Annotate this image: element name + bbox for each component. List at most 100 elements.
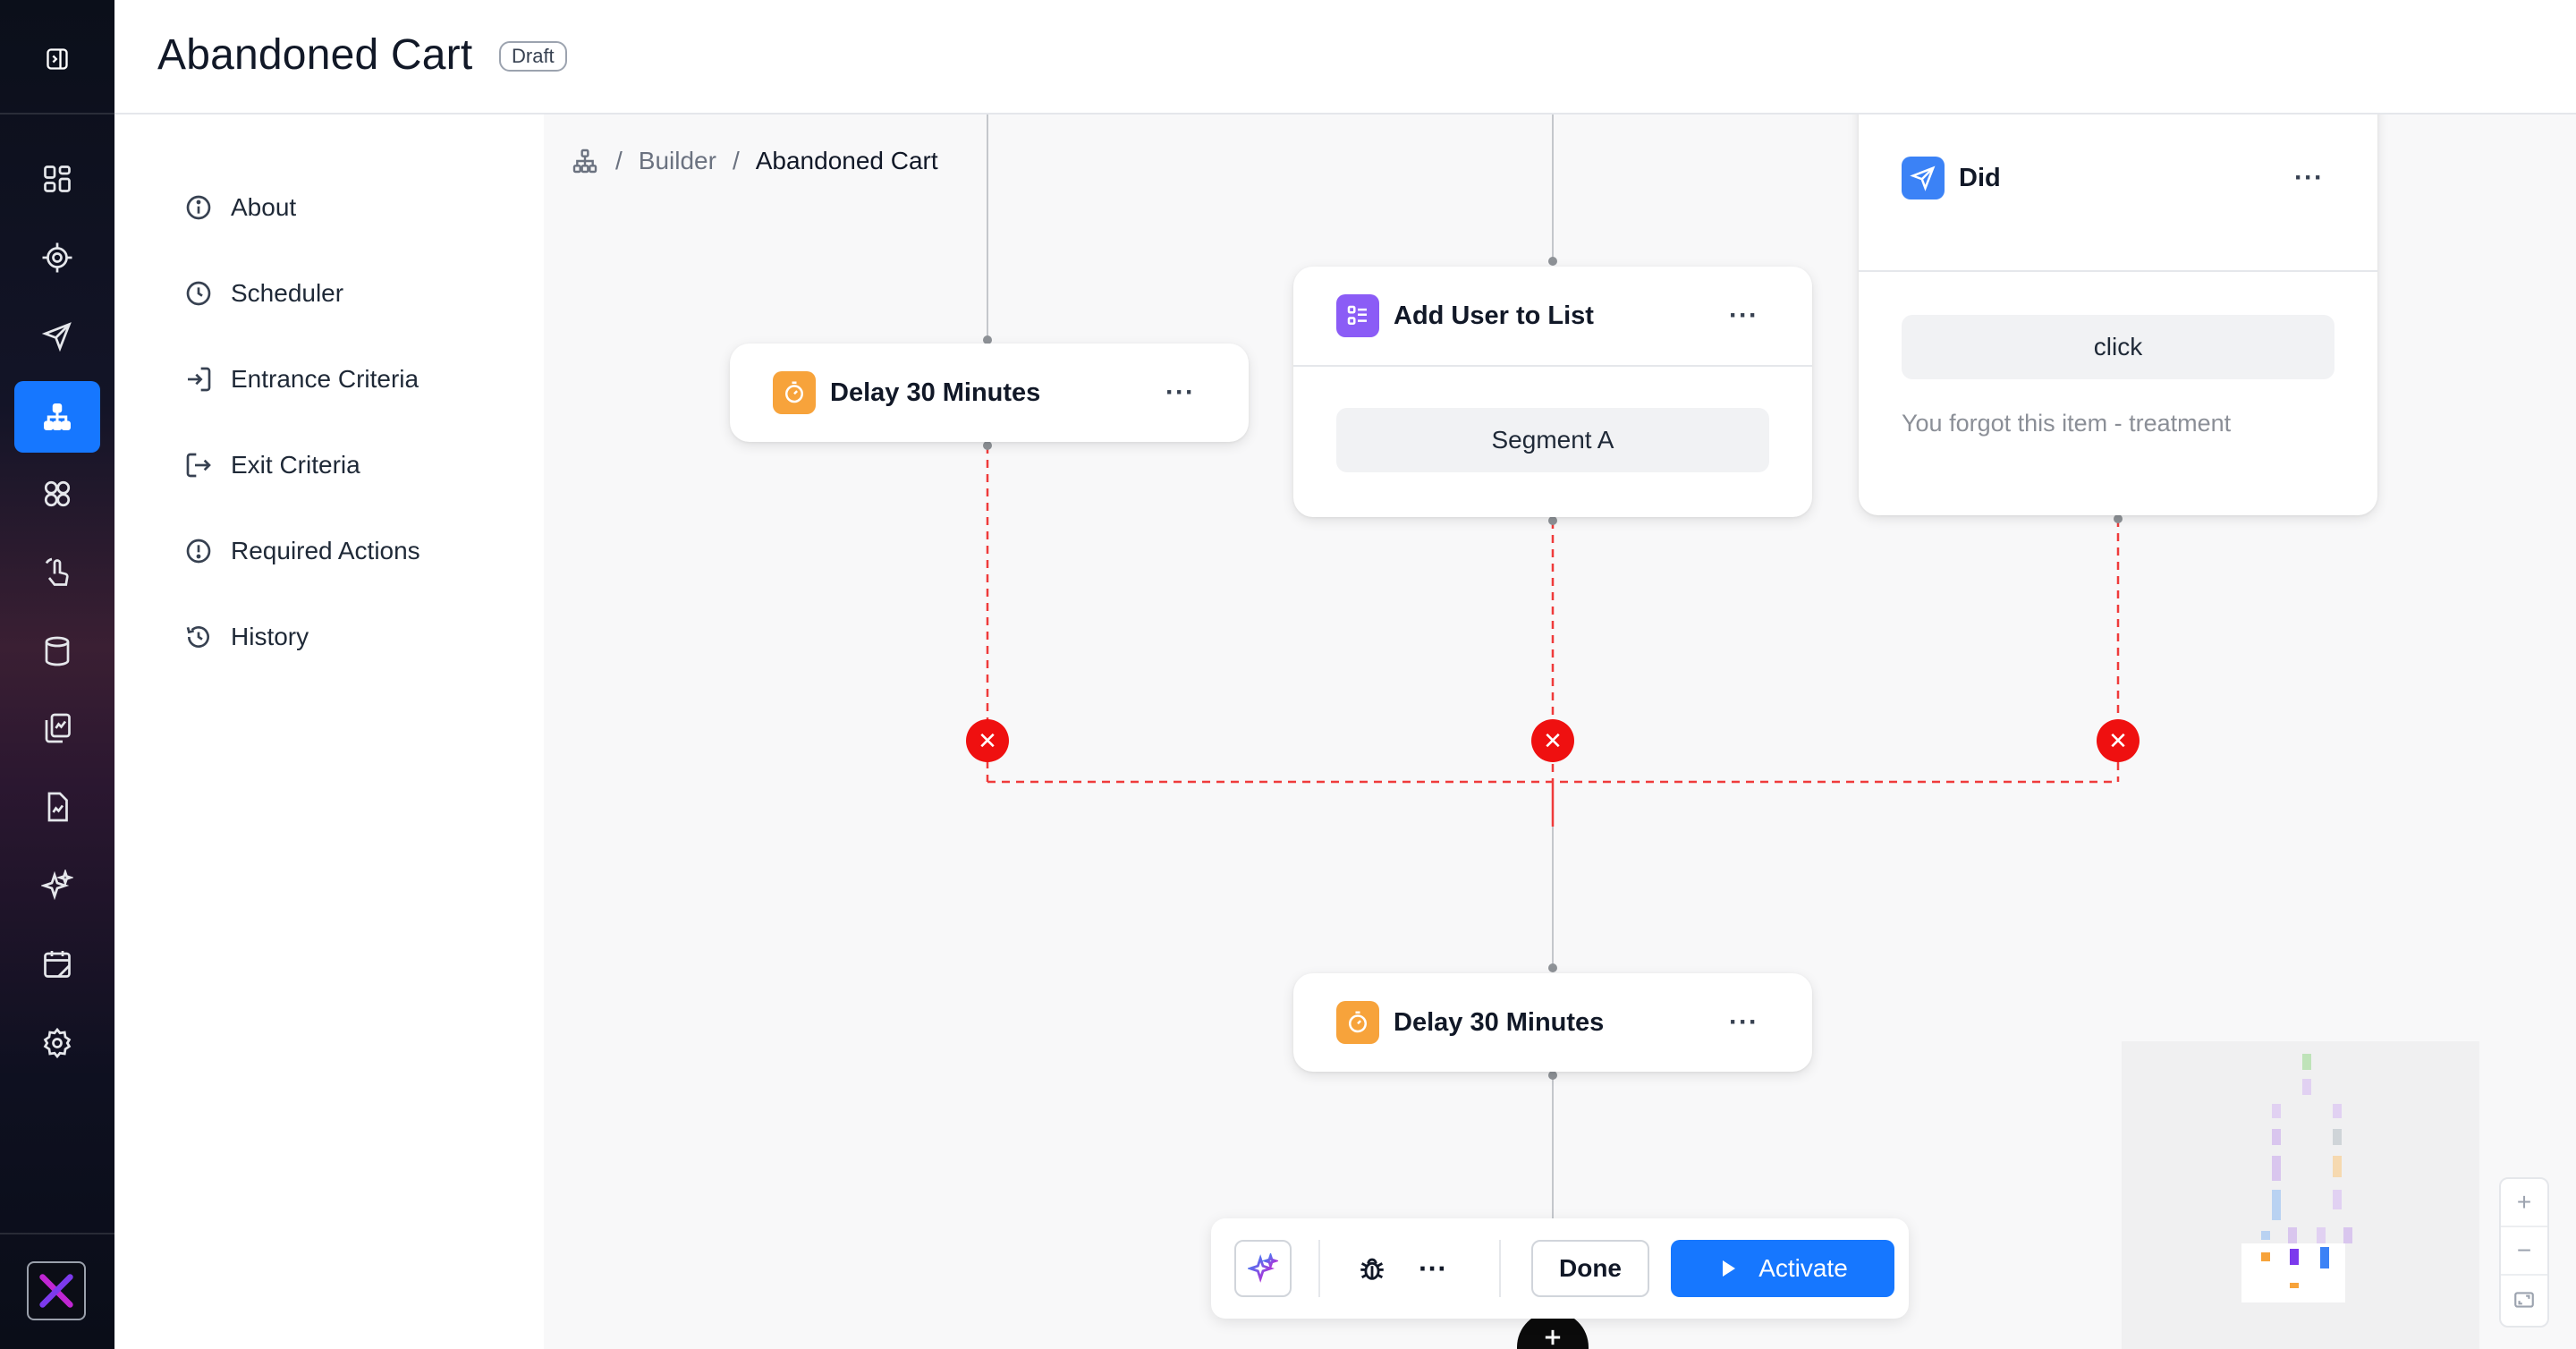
collapse-sidebar-icon[interactable] <box>39 41 75 77</box>
timer-icon <box>1336 1001 1379 1044</box>
dashboard-icon[interactable] <box>14 143 100 215</box>
node-header: Delay 30 Minutes ··· <box>1293 973 1812 1072</box>
minimap-node <box>2333 1129 2342 1145</box>
database-icon[interactable] <box>14 615 100 687</box>
node-menu-button[interactable]: ··· <box>1165 378 1195 408</box>
done-button[interactable]: Done <box>1531 1240 1649 1297</box>
subnav-item-exit-criteria[interactable]: Exit Criteria <box>184 444 360 487</box>
fit-view-button[interactable] <box>2501 1276 2547 1324</box>
bug-icon <box>1360 1258 1384 1280</box>
subnav-item-history[interactable]: History <box>184 615 309 658</box>
journey-subnav: About Scheduler Entrance Criteria Exit C… <box>114 115 544 1349</box>
breadcrumb-link-builder[interactable]: Builder <box>639 147 716 175</box>
node-divider <box>1859 270 2377 272</box>
app-rail <box>0 0 114 1349</box>
add-user-to-list-node[interactable]: Add User to List ··· Segment A <box>1293 267 1812 517</box>
breadcrumb-separator: / <box>615 147 623 174</box>
minimap-node <box>2302 1054 2311 1070</box>
page-header: Abandoned Cart Draft <box>114 0 2576 115</box>
rail-divider <box>0 113 114 115</box>
ai-sparkle-icon[interactable] <box>14 850 100 921</box>
play-icon <box>1723 1260 1736 1277</box>
minimap[interactable] <box>2122 1041 2479 1349</box>
minimap-node <box>2290 1249 2299 1265</box>
send-icon <box>1902 157 1945 199</box>
minimap-node <box>2302 1079 2311 1095</box>
node-title: Did <box>1959 163 2001 192</box>
subnav-label: Required Actions <box>231 537 420 564</box>
minimap-node <box>2343 1227 2352 1243</box>
delay-node-top[interactable]: Delay 30 Minutes ··· <box>730 344 1249 442</box>
zoom-out-button[interactable]: − <box>2501 1227 2547 1276</box>
status-badge: Draft <box>499 41 567 72</box>
subnav-item-scheduler[interactable]: Scheduler <box>184 272 343 315</box>
node-menu-button[interactable]: ··· <box>2294 163 2324 193</box>
zoom-controls: + − <box>2499 1177 2549 1328</box>
ai-assistant-button[interactable] <box>1234 1240 1292 1297</box>
toolbar-divider <box>1499 1240 1501 1297</box>
node-title: Delay 30 Minutes <box>1394 1007 1605 1037</box>
breadcrumb: / Builder / Abandoned Cart <box>571 147 938 175</box>
touch-icon[interactable] <box>14 537 100 608</box>
node-divider <box>1293 365 1812 367</box>
ai-sparkle-icon <box>1248 1253 1278 1283</box>
rail-divider <box>0 1233 114 1234</box>
node-title: Delay 30 Minutes <box>830 378 1041 407</box>
segments-icon[interactable] <box>14 458 100 530</box>
list-icon <box>1336 294 1379 337</box>
node-header: Did ··· <box>1859 129 2377 227</box>
send-icon[interactable] <box>14 301 100 372</box>
reports-icon[interactable] <box>14 771 100 843</box>
minimap-node <box>2261 1252 2270 1261</box>
minimap-node <box>2290 1283 2299 1288</box>
exit-icon <box>186 453 211 478</box>
alert-icon <box>186 539 211 564</box>
breadcrumb-separator: / <box>732 147 740 174</box>
activate-label: Activate <box>1758 1254 1848 1282</box>
subnav-label: History <box>231 623 309 650</box>
timer-icon <box>773 371 816 414</box>
enter-icon <box>188 367 211 392</box>
node-menu-button[interactable]: ··· <box>1729 1007 1758 1038</box>
zoom-in-button[interactable]: + <box>2501 1179 2547 1227</box>
flow-builder-icon[interactable] <box>14 381 100 453</box>
content-icon[interactable] <box>14 692 100 764</box>
builder-toolbar: ··· Done Activate <box>1211 1218 1909 1319</box>
node-header: Delay 30 Minutes ··· <box>730 344 1249 442</box>
remove-connection-icon[interactable]: ✕ <box>1531 719 1574 762</box>
subnav-item-required-actions[interactable]: Required Actions <box>184 530 420 573</box>
subnav-label: Entrance Criteria <box>231 365 419 393</box>
app-logo[interactable] <box>27 1261 86 1320</box>
settings-icon[interactable] <box>14 1007 100 1079</box>
minimap-node <box>2272 1190 2281 1220</box>
subnav-item-entrance-criteria[interactable]: Entrance Criteria <box>184 358 419 401</box>
event-value: click <box>1902 315 2334 379</box>
minimap-node <box>2320 1247 2329 1268</box>
more-options-button[interactable]: ··· <box>1411 1247 1454 1290</box>
subnav-item-about[interactable]: About <box>184 186 296 229</box>
minimap-node <box>2317 1227 2326 1243</box>
toolbar-divider <box>1318 1240 1320 1297</box>
minimap-node <box>2272 1104 2281 1118</box>
remove-connection-icon[interactable]: ✕ <box>2097 719 2140 762</box>
history-icon <box>186 626 209 648</box>
delay-node-bottom[interactable]: Delay 30 Minutes ··· <box>1293 973 1812 1072</box>
calendar-icon[interactable] <box>14 929 100 1000</box>
minimap-node <box>2261 1231 2270 1240</box>
node-menu-button[interactable]: ··· <box>1729 301 1758 331</box>
debug-button[interactable] <box>1351 1247 1394 1290</box>
remove-connection-icon[interactable]: ✕ <box>966 719 1009 762</box>
flow-builder-icon[interactable] <box>571 147 599 175</box>
subnav-label: About <box>231 193 297 221</box>
activate-button[interactable]: Activate <box>1671 1240 1894 1297</box>
fit-view-icon <box>2514 1292 2534 1308</box>
minimap-node <box>2288 1227 2297 1243</box>
did-condition-node[interactable]: Did ··· click You forgot this item - tre… <box>1859 115 2377 515</box>
page-title: Abandoned Cart <box>157 31 473 79</box>
target-icon[interactable] <box>14 222 100 293</box>
flow-canvas[interactable]: / Builder / Abandoned Cart Delay 30 Minu… <box>544 115 2576 1349</box>
subnav-label: Exit Criteria <box>231 451 360 479</box>
node-header: Add User to List ··· <box>1293 267 1812 365</box>
clock-icon <box>186 281 211 306</box>
plus-icon <box>1545 1329 1561 1345</box>
